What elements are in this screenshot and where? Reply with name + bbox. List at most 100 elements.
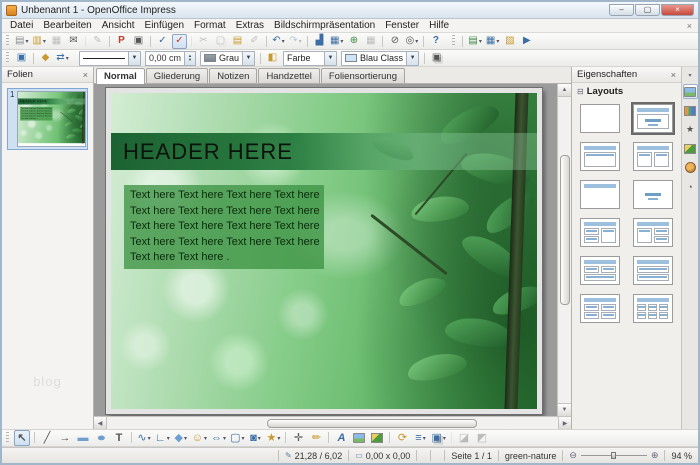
ellipse-icon[interactable]: ●▾ <box>93 430 109 446</box>
menu-item[interactable]: Format <box>189 19 231 32</box>
block-arrows-icon[interactable]: ⇔ ▾ <box>210 430 227 446</box>
transition-tab-icon[interactable] <box>683 141 698 156</box>
menu-item[interactable]: Ansicht <box>97 19 140 32</box>
curve-icon[interactable]: ∿ ▾ <box>131 430 152 446</box>
format-paintbrush-icon[interactable]: ✐▾ <box>247 34 262 49</box>
stars-icon[interactable]: ★ ▾ <box>265 430 281 446</box>
zoom-in-icon[interactable]: ⊕ <box>651 450 659 461</box>
zoom-slider[interactable]: ⊖ ⊕ <box>562 450 664 461</box>
close-icon[interactable]: × <box>83 70 88 80</box>
layout-title-4content[interactable] <box>580 294 620 323</box>
edit-points-icon[interactable]: ✛▾ <box>285 430 306 446</box>
maximize-button[interactable]: ▢ <box>635 4 660 16</box>
minimize-button[interactable]: – <box>609 4 634 16</box>
toolbar-grip[interactable] <box>6 432 9 444</box>
redo-icon[interactable]: ↷ ▾ <box>288 34 303 49</box>
area-style-icon[interactable]: ◧ <box>260 51 280 66</box>
toolbar-grip[interactable] <box>6 52 9 64</box>
layout-title-content-over-content[interactable] <box>633 256 673 285</box>
menu-item[interactable]: Bearbeiten <box>38 19 96 32</box>
layout-title-only[interactable] <box>580 180 620 209</box>
line-style-select[interactable]: ▼ <box>79 50 141 66</box>
zoom-track[interactable] <box>580 452 647 459</box>
layout-centered-text[interactable] <box>633 180 673 209</box>
arrow-style-icon[interactable]: ⇄ ▾ <box>55 51 70 66</box>
slide-body-frame[interactable]: Text here Text here Text here Text here … <box>124 185 324 269</box>
layout-title-6content[interactable] <box>633 294 673 323</box>
toolbar-grip[interactable] <box>452 35 456 47</box>
fill-color-select[interactable]: Blau Class ▼ <box>341 50 420 66</box>
undo-icon[interactable]: ↶ ▾ <box>265 34 286 49</box>
zoom-out-icon[interactable]: ⊖ <box>569 450 577 461</box>
master-pages-tab-icon[interactable] <box>683 103 698 118</box>
view-tab[interactable]: Gliederung <box>145 68 209 83</box>
image-icon[interactable]: ▾ <box>351 430 367 446</box>
edit-file-icon[interactable]: ✎▾ <box>84 34 105 49</box>
align-icon[interactable]: ≡ ▾ <box>412 430 428 446</box>
flowchart-icon[interactable]: ▢ ▾ <box>229 430 245 446</box>
line-icon[interactable]: ╱▾ <box>34 430 55 446</box>
cut-icon[interactable]: ✂▾ <box>190 34 211 49</box>
spinner-arrows-icon[interactable]: ▲ ▼ <box>184 51 196 65</box>
horizontal-scrollbar[interactable]: ◀ ▶ <box>94 416 571 429</box>
slide-icon[interactable]: ▤ ▾ <box>462 34 482 49</box>
basic-shapes-icon[interactable]: ◆ ▾ <box>173 430 189 446</box>
menu-item[interactable]: Datei <box>5 19 38 32</box>
extrusion-icon[interactable]: ◪▾ <box>450 430 472 446</box>
menu-item[interactable]: Bildschirmpräsentation <box>269 19 380 32</box>
print-icon[interactable]: ▣▾ <box>131 34 146 49</box>
slideshow-icon[interactable]: ▶▾ <box>519 34 534 49</box>
slide-design-icon[interactable]: ▨▾ <box>502 34 517 49</box>
email-icon[interactable]: ✉▾ <box>66 34 81 49</box>
text-icon[interactable]: T▾ <box>111 430 127 446</box>
animation-tab-icon[interactable]: ★ <box>683 122 698 137</box>
vertical-scroll-thumb[interactable] <box>559 155 570 305</box>
template-name[interactable]: green-nature <box>497 450 563 461</box>
zoom-thumb[interactable] <box>611 452 617 459</box>
gallery-icon[interactable]: ▾ <box>369 430 385 446</box>
slide-layout-icon[interactable]: ▦ ▾ <box>485 34 500 49</box>
grid-icon[interactable]: ▦▾ <box>363 34 378 49</box>
close-icon[interactable]: × <box>671 70 676 80</box>
line-icon[interactable]: ◆ <box>33 51 53 66</box>
view-tab[interactable]: Handzettel <box>258 68 320 83</box>
view-tab[interactable]: Notizen <box>209 68 258 83</box>
arrow-icon[interactable]: →▾ <box>57 430 73 446</box>
connector-icon[interactable]: ∟ ▾ <box>154 430 171 446</box>
toolbar-grip[interactable] <box>6 35 9 47</box>
select-icon[interactable]: ↖▾ <box>14 430 30 446</box>
layout-title-slide[interactable] <box>631 102 675 135</box>
symbol-shapes-icon[interactable]: ☺ ▾ <box>191 430 208 446</box>
slide-thumbnail[interactable]: 1 HEADER HERE Text here Text here Text h… <box>7 88 88 150</box>
layout-title-content[interactable] <box>580 142 620 171</box>
fontwork-gallery-icon[interactable]: ◩▾ <box>474 430 490 446</box>
menu-item[interactable]: Hilfe <box>424 19 454 32</box>
new-icon[interactable]: ▤ ▾ <box>14 34 29 49</box>
scroll-right-icon[interactable]: ▶ <box>558 417 571 429</box>
slide-page[interactable]: HEADER HERE Text here Text here Text her… <box>105 87 543 415</box>
autospellcheck-icon[interactable]: ✓▾ <box>171 33 187 49</box>
view-tab[interactable]: Foliensortierung <box>320 68 405 83</box>
hyperlink-icon[interactable]: ⊕▾ <box>346 34 361 49</box>
save-icon[interactable]: ▦▾ <box>49 34 64 49</box>
glue-points-icon[interactable]: ✏▾ <box>308 430 324 446</box>
spellcheck-icon[interactable]: ✓▾ <box>149 34 170 49</box>
rotate-icon[interactable]: ⟳▾ <box>389 430 410 446</box>
fill-type-select[interactable]: Farbe ▼ <box>283 50 338 66</box>
layout-title-2content-content[interactable] <box>580 218 620 247</box>
menu-item[interactable]: Einfügen <box>140 19 189 32</box>
find-icon[interactable]: ◎ ▾ <box>404 34 419 49</box>
chart-icon[interactable]: ▟▾ <box>306 34 327 49</box>
line-width-stepper[interactable]: 0,00 cm ▲ ▼ <box>145 50 197 66</box>
view-tab[interactable]: Normal <box>96 68 145 84</box>
layout-title-2content-over-content[interactable] <box>580 256 620 285</box>
slide-workspace[interactable]: HEADER HERE Text here Text here Text her… <box>94 84 557 416</box>
zoom-icon[interactable]: ⊘▾ <box>382 34 402 49</box>
menu-item[interactable]: Extras <box>231 19 269 32</box>
paste-icon[interactable]: ▤▾ <box>230 34 245 49</box>
navigator-tab-icon[interactable]: ◔ <box>683 179 698 194</box>
sidebar-settings-icon[interactable]: ▾ <box>683 71 698 80</box>
zoom-level[interactable]: 94 % <box>664 450 698 461</box>
gallery-tab-icon[interactable] <box>683 160 698 175</box>
arrange-icon[interactable]: ▣ ▾ <box>430 430 446 446</box>
